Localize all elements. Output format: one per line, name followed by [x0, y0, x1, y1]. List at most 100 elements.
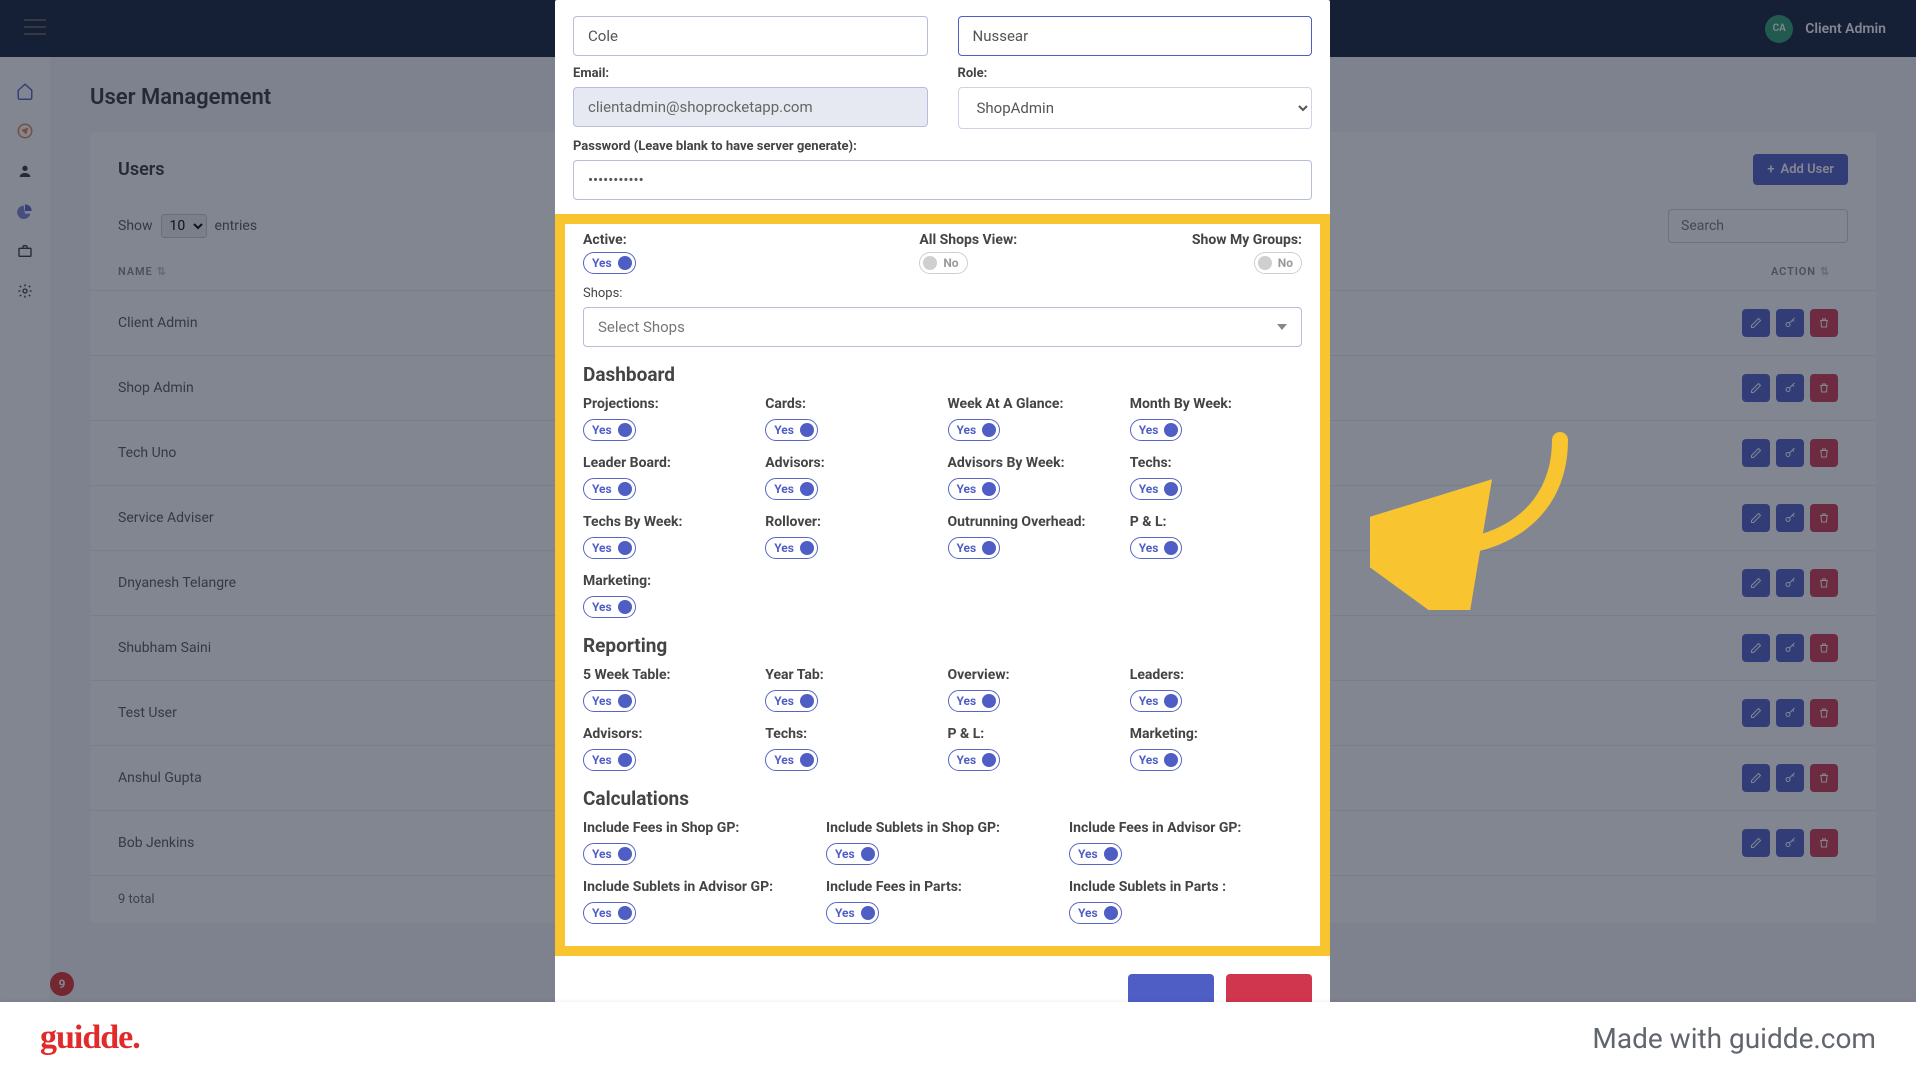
option-label: Include Sublets in Shop GP:	[826, 820, 1059, 836]
option-label: Outrunning Overhead:	[948, 514, 1120, 530]
last-name-field[interactable]	[958, 16, 1313, 56]
option-toggle[interactable]: Yes	[948, 478, 1001, 500]
option-toggle[interactable]: Yes	[948, 749, 1001, 771]
option-toggle[interactable]: Yes	[583, 843, 636, 865]
option-toggle[interactable]: Yes	[583, 537, 636, 559]
option-label: P & L:	[1130, 514, 1302, 530]
email-field	[573, 87, 928, 127]
option-toggle[interactable]: Yes	[948, 690, 1001, 712]
option-label: Year Tab:	[765, 667, 937, 683]
option-toggle[interactable]: Yes	[1130, 690, 1183, 712]
option-label: 5 Week Table:	[583, 667, 755, 683]
permission-option: Advisors: Yes	[765, 455, 937, 500]
dashboard-heading: Dashboard	[583, 363, 1302, 386]
edit-user-modal: Email: Role: ShopAdmin Password (Leave b…	[555, 0, 1330, 1032]
option-label: Overview:	[948, 667, 1120, 683]
permission-option: Marketing: Yes	[1130, 726, 1302, 771]
show-groups-label: Show My Groups:	[1111, 232, 1302, 248]
permission-option: Techs: Yes	[765, 726, 937, 771]
permission-option: Include Sublets in Shop GP: Yes	[826, 820, 1059, 865]
made-with-label: Made with guidde.com	[1592, 1022, 1876, 1055]
option-toggle[interactable]: Yes	[1069, 843, 1122, 865]
permission-option: Year Tab: Yes	[765, 667, 937, 712]
option-label: Rollover:	[765, 514, 937, 530]
permission-option: Rollover: Yes	[765, 514, 937, 559]
option-label: P & L:	[948, 726, 1120, 742]
show-groups-toggle[interactable]: No	[1254, 252, 1302, 274]
option-label: Include Sublets in Advisor GP:	[583, 879, 816, 895]
option-toggle[interactable]: Yes	[765, 478, 818, 500]
option-label: Marketing:	[1130, 726, 1302, 742]
permission-option: Include Fees in Shop GP: Yes	[583, 820, 816, 865]
option-toggle[interactable]: Yes	[583, 478, 636, 500]
option-toggle[interactable]: Yes	[1069, 902, 1122, 924]
option-toggle[interactable]: Yes	[826, 843, 879, 865]
option-toggle[interactable]: Yes	[583, 690, 636, 712]
guidde-logo: guidde.	[40, 1019, 140, 1057]
permission-option: Leader Board: Yes	[583, 455, 755, 500]
permission-option: Projections: Yes	[583, 396, 755, 441]
chevron-down-icon	[1277, 324, 1287, 330]
shops-select[interactable]: Select Shops	[583, 307, 1302, 347]
footer-banner: guidde. Made with guidde.com	[0, 1002, 1916, 1074]
permission-option: Outrunning Overhead: Yes	[948, 514, 1120, 559]
permission-option: Cards: Yes	[765, 396, 937, 441]
option-label: Advisors By Week:	[948, 455, 1120, 471]
reporting-heading: Reporting	[583, 634, 1302, 657]
option-toggle[interactable]: Yes	[948, 537, 1001, 559]
first-name-field[interactable]	[573, 16, 928, 56]
all-shops-toggle[interactable]: No	[919, 252, 967, 274]
permission-option: Advisors: Yes	[583, 726, 755, 771]
option-label: Techs:	[1130, 455, 1302, 471]
permission-option: Techs: Yes	[1130, 455, 1302, 500]
active-label: Active:	[583, 232, 774, 248]
permission-option: Leaders: Yes	[1130, 667, 1302, 712]
option-toggle[interactable]: Yes	[765, 419, 818, 441]
role-label: Role:	[958, 66, 1313, 81]
option-label: Leaders:	[1130, 667, 1302, 683]
option-label: Techs:	[765, 726, 937, 742]
shops-label: Shops:	[583, 286, 1302, 301]
email-label: Email:	[573, 66, 928, 81]
permission-option: Month By Week: Yes	[1130, 396, 1302, 441]
password-field[interactable]	[573, 160, 1312, 200]
option-label: Month By Week:	[1130, 396, 1302, 412]
option-toggle[interactable]: Yes	[583, 749, 636, 771]
option-toggle[interactable]: Yes	[583, 596, 636, 618]
calculations-heading: Calculations	[583, 787, 1302, 810]
permission-option: Include Fees in Advisor GP: Yes	[1069, 820, 1302, 865]
permission-option: Techs By Week: Yes	[583, 514, 755, 559]
option-toggle[interactable]: Yes	[1130, 419, 1183, 441]
permissions-section: Active: Yes All Shops View: No Show My G…	[555, 214, 1330, 956]
option-label: Techs By Week:	[583, 514, 755, 530]
option-toggle[interactable]: Yes	[948, 419, 1001, 441]
all-shops-label: All Shops View:	[919, 232, 1110, 248]
option-label: Cards:	[765, 396, 937, 412]
permission-option: Week At A Glance: Yes	[948, 396, 1120, 441]
option-label: Advisors:	[765, 455, 937, 471]
option-label: Marketing:	[583, 573, 755, 589]
option-label: Include Sublets in Parts :	[1069, 879, 1302, 895]
permission-option: Marketing: Yes	[583, 573, 755, 618]
option-toggle[interactable]: Yes	[765, 690, 818, 712]
option-label: Include Fees in Shop GP:	[583, 820, 816, 836]
option-label: Projections:	[583, 396, 755, 412]
option-label: Include Fees in Parts:	[826, 879, 1059, 895]
option-toggle[interactable]: Yes	[1130, 478, 1183, 500]
option-label: Leader Board:	[583, 455, 755, 471]
option-toggle[interactable]: Yes	[583, 419, 636, 441]
permission-option: Include Fees in Parts: Yes	[826, 879, 1059, 924]
option-label: Week At A Glance:	[948, 396, 1120, 412]
option-toggle[interactable]: Yes	[765, 749, 818, 771]
option-toggle[interactable]: Yes	[1130, 537, 1183, 559]
option-toggle[interactable]: Yes	[765, 537, 818, 559]
option-toggle[interactable]: Yes	[826, 902, 879, 924]
shops-placeholder: Select Shops	[598, 318, 685, 336]
option-toggle[interactable]: Yes	[583, 902, 636, 924]
option-toggle[interactable]: Yes	[1130, 749, 1183, 771]
permission-option: P & L: Yes	[1130, 514, 1302, 559]
active-toggle[interactable]: Yes	[583, 252, 636, 274]
role-select[interactable]: ShopAdmin	[958, 87, 1313, 129]
permission-option: 5 Week Table: Yes	[583, 667, 755, 712]
permission-option: Include Sublets in Parts : Yes	[1069, 879, 1302, 924]
